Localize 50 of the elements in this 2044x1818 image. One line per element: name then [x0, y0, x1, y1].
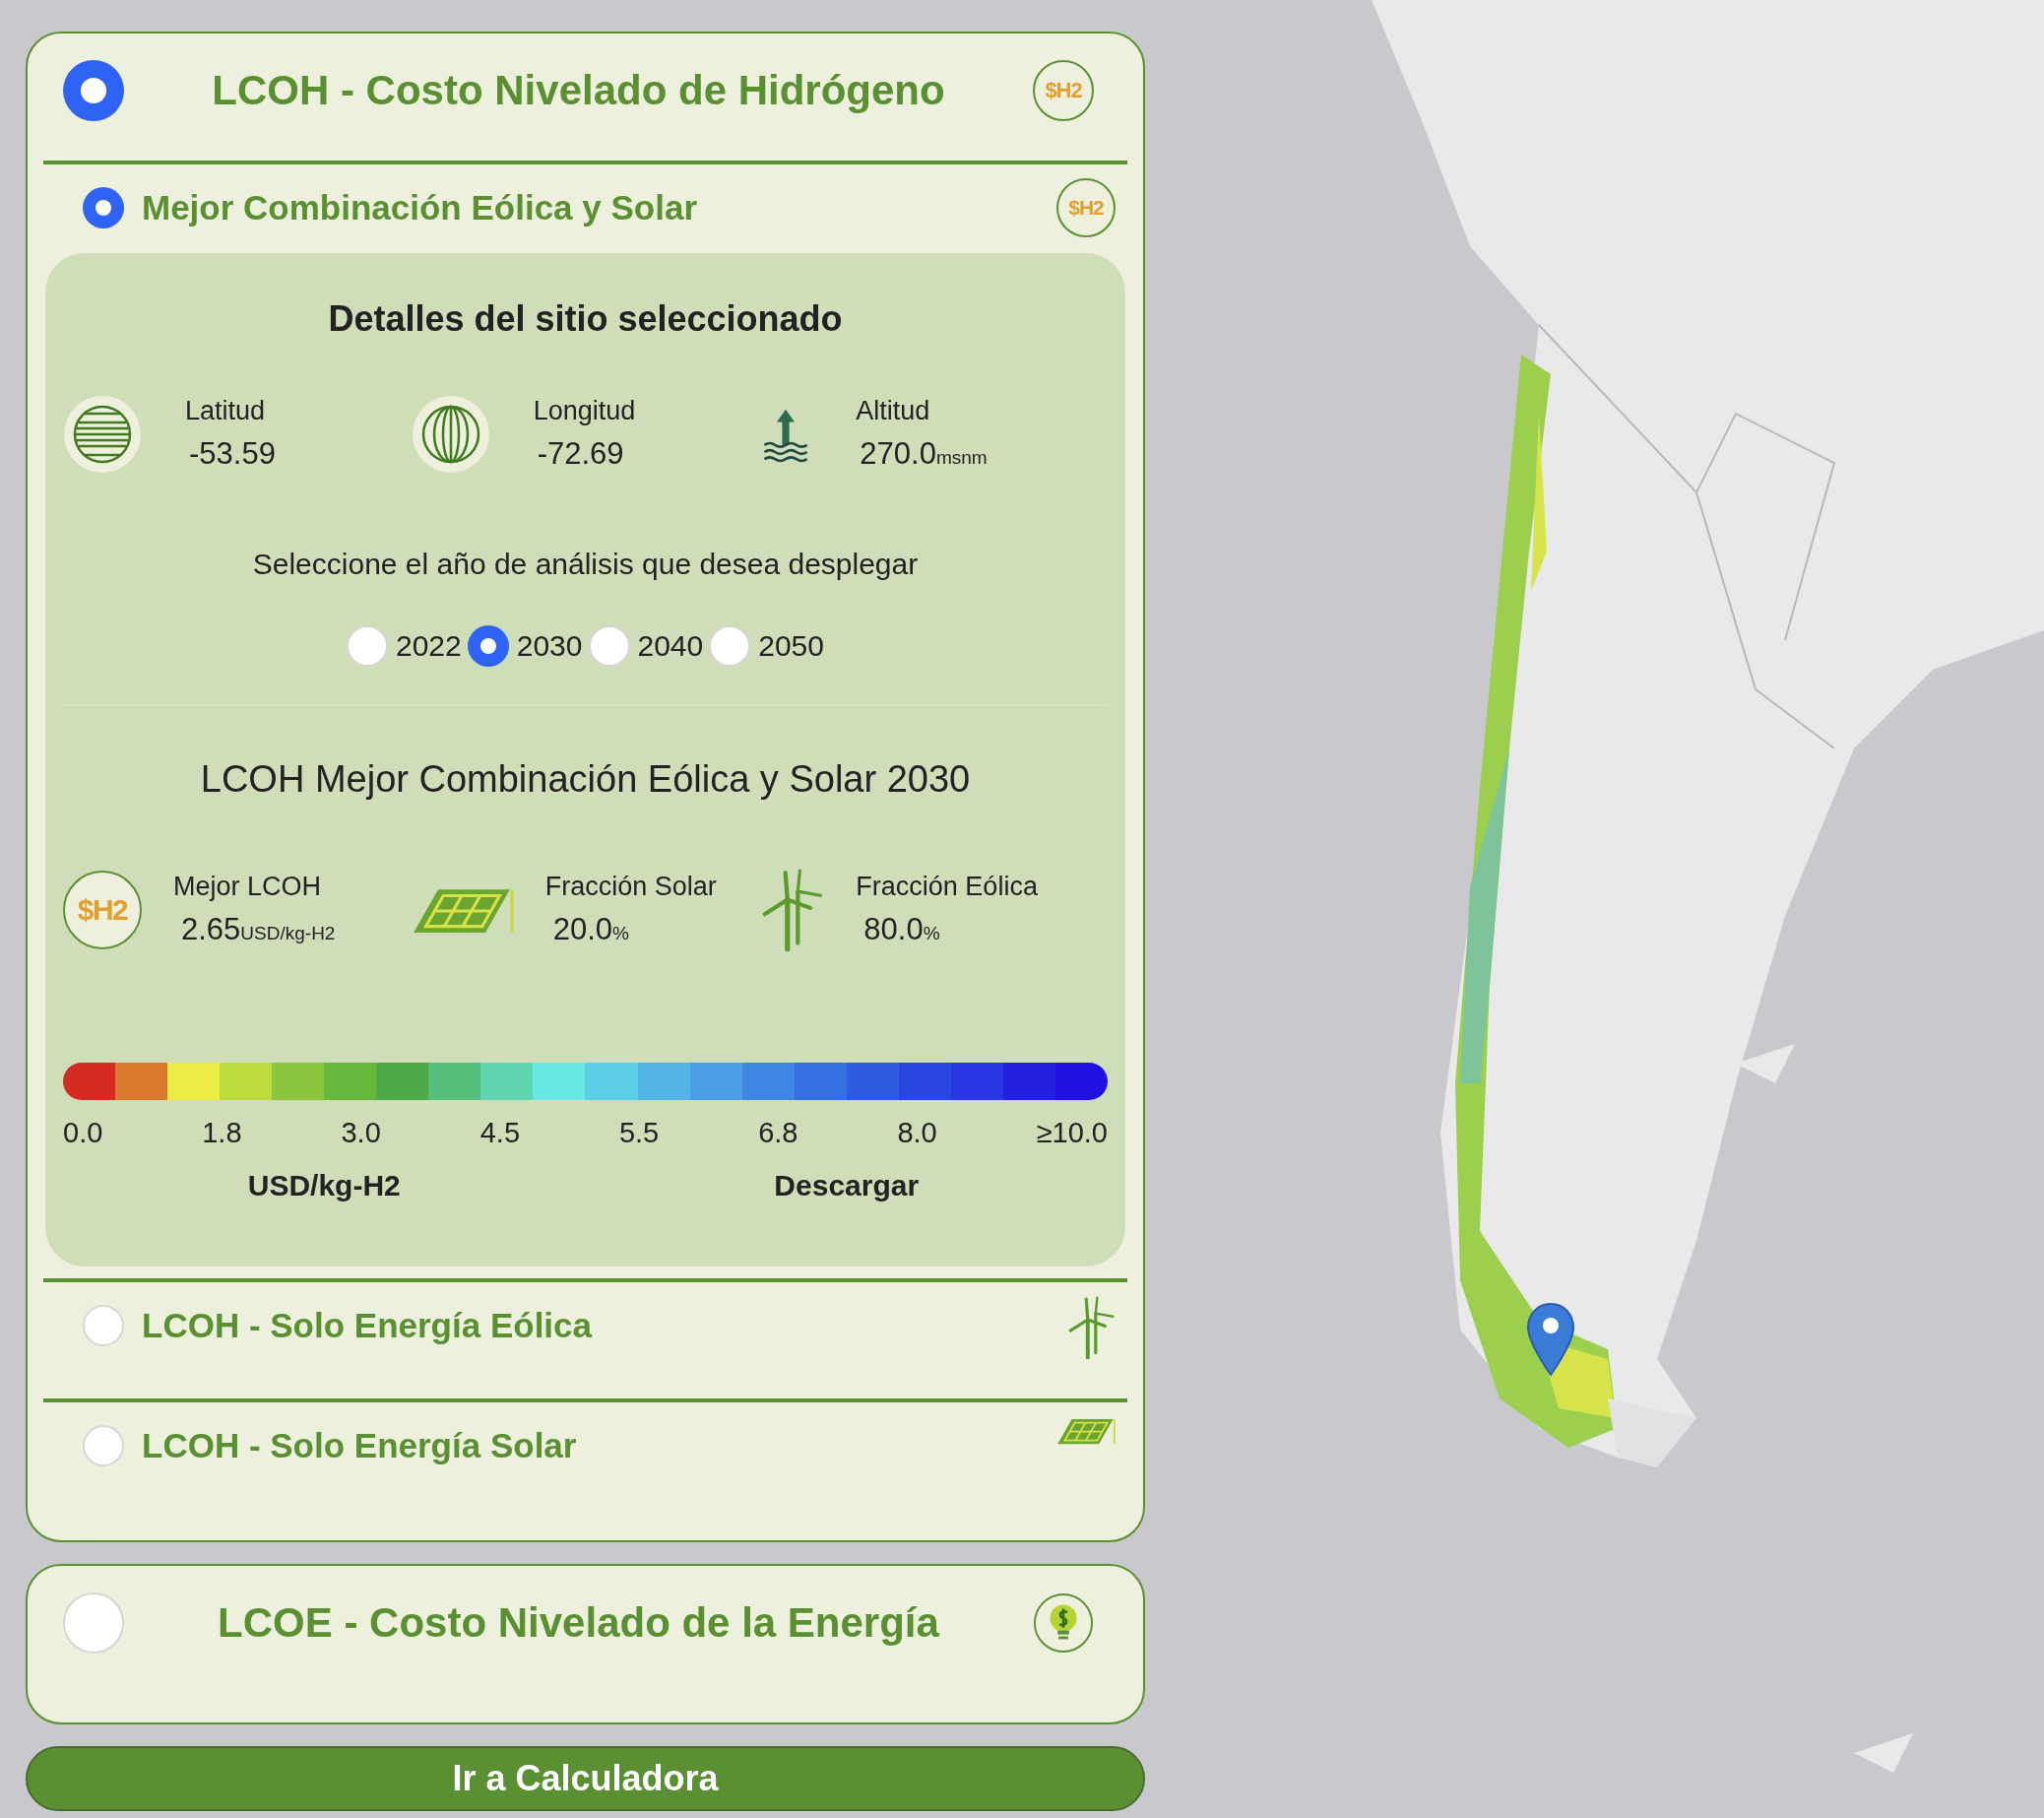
radio-button[interactable] — [467, 624, 509, 667]
globe-icon — [411, 394, 490, 474]
scale-tick-label: 5.5 — [618, 1116, 660, 1150]
year-option[interactable]: 2050 — [758, 623, 824, 668]
lightbulb-icon — [1033, 1591, 1094, 1654]
section-title[interactable]: LCOE - Costo Nivelado de la Energía — [124, 1591, 1033, 1654]
result-label: Fracción Eólica — [856, 871, 1038, 903]
globe-icon — [63, 394, 142, 474]
site-value: -53.59 — [188, 434, 276, 473]
site-label: Longitud — [533, 395, 636, 427]
result-value: 20.0% — [551, 910, 630, 948]
scale-tick-label: 4.5 — [479, 1116, 521, 1150]
year-option[interactable]: 2030 — [516, 623, 583, 668]
year-option[interactable]: 2022 — [396, 623, 462, 668]
download-link[interactable]: Descargar — [585, 1162, 1108, 1207]
option-title[interactable]: Mejor Combinación Eólica y Solar — [142, 182, 698, 234]
hydrogen-cost-icon: $H2 — [63, 870, 142, 949]
scale-tick-label: 0.0 — [63, 1116, 103, 1150]
scale-tick-label: 1.8 — [202, 1116, 242, 1150]
year-option[interactable]: 2040 — [637, 623, 704, 668]
scale-tick-label: 6.8 — [758, 1116, 798, 1150]
radio-button[interactable] — [83, 187, 124, 229]
scale-unit: USD/kg-H2 — [246, 1167, 402, 1203]
site-label: Altitud — [856, 395, 931, 427]
result-value: 2.65USD/kg-H2 — [180, 910, 336, 948]
radio-button[interactable] — [588, 624, 630, 667]
site-label: Latitud — [185, 395, 267, 427]
scale-tick-label: 3.0 — [341, 1116, 381, 1150]
site-value: 270.0msnm — [859, 434, 988, 473]
hydrogen-cost-icon: $H2 — [1033, 59, 1094, 121]
year-prompt: Seleccione el año de análisis que desea desplegar — [251, 547, 920, 582]
result-label: Fracción Solar — [544, 871, 717, 903]
radio-button[interactable] — [83, 1304, 124, 1346]
calculator-button[interactable]: Ir a Calculadora — [26, 1746, 1145, 1811]
scale-tick-label: ≥10.0 — [1036, 1116, 1108, 1150]
map-pin-icon[interactable] — [1526, 1302, 1575, 1377]
wind-turbine-icon — [1066, 1295, 1116, 1359]
option-title[interactable]: LCOH - Solo Energía Eólica — [142, 1299, 593, 1351]
radio-button[interactable] — [347, 624, 388, 667]
result-value: 80.0% — [862, 910, 941, 948]
radio-button[interactable] — [83, 1424, 124, 1466]
details-title: Detalles del sitio seleccionado — [327, 297, 844, 341]
scale-tick-label: 8.0 — [897, 1116, 937, 1150]
result-label: Mejor LCOH — [173, 871, 323, 903]
option-title[interactable]: LCOH - Solo Energía Solar — [142, 1419, 577, 1471]
site-value: -72.69 — [536, 434, 625, 473]
result-title: LCOH Mejor Combinación Eólica y Solar 2030 — [199, 757, 972, 802]
hydrogen-cost-icon: $H2 — [1056, 178, 1116, 237]
section-title[interactable]: LCOH - Costo Nivelado de Hidrógeno — [124, 59, 1033, 121]
radio-button[interactable] — [709, 624, 751, 667]
